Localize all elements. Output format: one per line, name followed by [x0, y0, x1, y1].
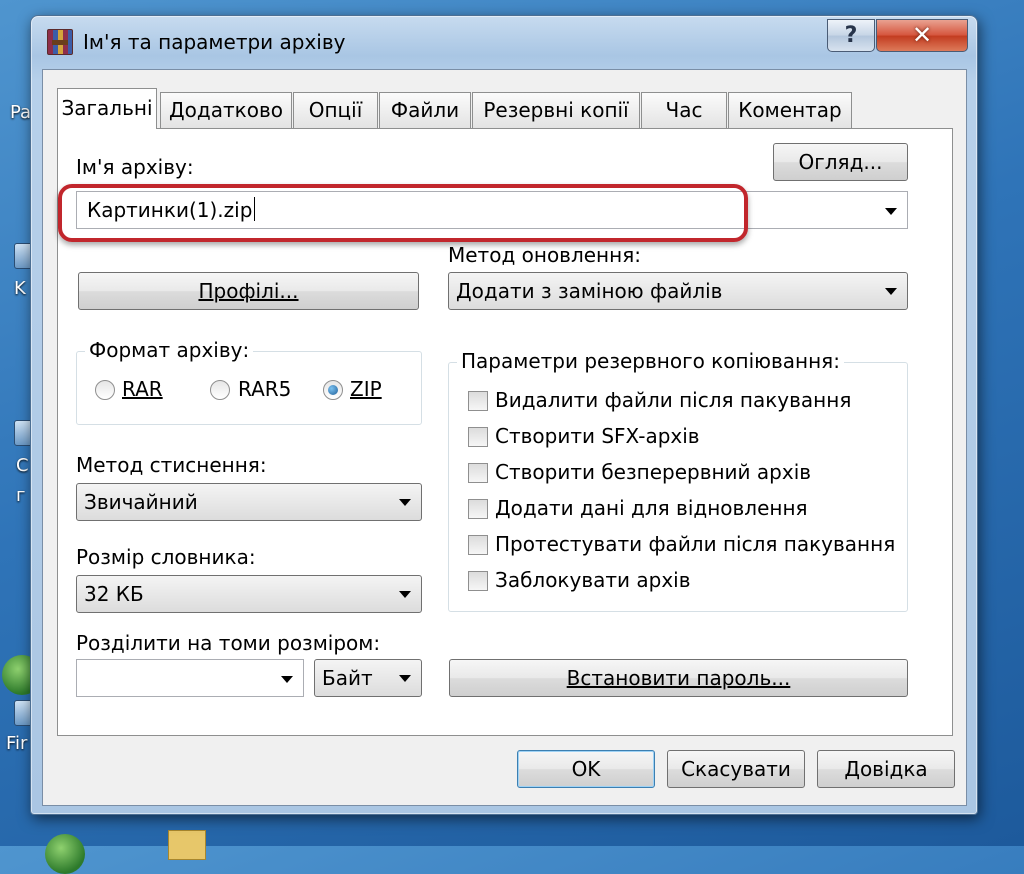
radio-rar-label[interactable]: RAR — [122, 377, 163, 401]
globe-icon[interactable] — [45, 834, 85, 874]
chevron-down-icon — [399, 499, 411, 506]
general-panel: Ім'я архіву: Огляд... Картинки(1).zip Ме… — [57, 128, 953, 736]
dialog-client: Загальні Додатково Опції Файли Резервні … — [42, 69, 967, 806]
profiles-button[interactable]: Профілі... — [78, 272, 419, 310]
radio-rar[interactable] — [95, 380, 115, 400]
backup-options-title: Параметри резервного копіювання: — [457, 349, 844, 373]
tab-advanced[interactable]: Додатково — [160, 92, 292, 128]
tab-backup[interactable]: Резервні копії — [472, 92, 640, 128]
help-button-label: Довідка — [844, 757, 928, 781]
archive-format-group: Формат архіву: RAR RAR5 ZIP — [76, 338, 422, 425]
update-method-value: Додати з заміною файлів — [456, 279, 723, 303]
tab-general[interactable]: Загальні — [57, 88, 157, 129]
question-icon: ? — [844, 23, 858, 48]
checkbox-lock[interactable] — [468, 571, 488, 591]
checkbox-delete-after[interactable] — [468, 391, 488, 411]
ok-button[interactable]: OK — [517, 750, 655, 788]
desktop-label-fragment: Fir — [6, 733, 28, 754]
help-button[interactable]: Довідка — [817, 750, 955, 788]
tab-strip: Загальні Додатково Опції Файли Резервні … — [57, 88, 957, 129]
desktop-label-fragment: Pa — [10, 102, 32, 123]
tab-files[interactable]: Файли — [379, 92, 471, 128]
update-method-select[interactable]: Додати з заміною файлів — [448, 272, 908, 310]
chevron-down-icon — [885, 288, 897, 295]
set-password-button[interactable]: Встановити пароль... — [449, 659, 908, 697]
help-title-button[interactable]: ? — [827, 19, 875, 52]
winrar-icon — [47, 29, 73, 55]
browse-button-label: Огляд... — [798, 150, 883, 174]
browse-button[interactable]: Огляд... — [773, 143, 908, 181]
profiles-button-label: Профілі... — [198, 279, 299, 303]
highlight-annotation — [58, 184, 748, 242]
update-method-label: Метод оновлення: — [448, 243, 641, 267]
tab-options[interactable]: Опції — [293, 92, 378, 128]
close-icon: ✕ — [911, 21, 933, 49]
radio-rar5[interactable] — [210, 380, 230, 400]
split-unit-value: Байт — [322, 666, 373, 690]
chevron-down-icon — [399, 675, 411, 682]
checkbox-recovery[interactable] — [468, 499, 488, 519]
cancel-button[interactable]: Скасувати — [667, 750, 805, 788]
archive-dialog: Ім'я та параметри архіву ? ✕ Загальні До… — [30, 15, 978, 815]
dictionary-label: Розмір словника: — [76, 545, 256, 569]
compression-label: Метод стиснення: — [76, 453, 267, 477]
checkbox-recovery-label[interactable]: Додати дані для відновлення — [495, 496, 808, 520]
checkbox-test-label[interactable]: Протестувати файли після пакування — [495, 532, 895, 556]
compression-value: Звичайний — [84, 490, 198, 514]
split-label: Розділити на томи розміром: — [76, 631, 381, 655]
ok-button-label: OK — [571, 757, 601, 781]
checkbox-solid[interactable] — [468, 463, 488, 483]
window-title: Ім'я та параметри архіву — [83, 30, 346, 54]
checkbox-solid-label[interactable]: Створити безперервний архів — [495, 460, 811, 484]
dictionary-value: 32 КБ — [84, 582, 144, 606]
compression-select[interactable]: Звичайний — [76, 483, 422, 521]
chevron-down-icon[interactable] — [885, 208, 897, 215]
folder-icon[interactable] — [168, 830, 206, 860]
chevron-down-icon[interactable] — [281, 676, 293, 683]
checkbox-lock-label[interactable]: Заблокувати архів — [495, 568, 691, 592]
archive-name-label: Ім'я архіву: — [76, 155, 194, 179]
desktop-label-fragment: C — [16, 455, 29, 476]
checkbox-sfx-label[interactable]: Створити SFX-архів — [495, 424, 700, 448]
split-unit-select[interactable]: Байт — [314, 659, 422, 697]
checkbox-delete-after-label[interactable]: Видалити файли після пакування — [495, 388, 851, 412]
radio-zip-label[interactable]: ZIP — [350, 377, 382, 401]
desktop-label-fragment: K — [14, 278, 26, 299]
checkbox-sfx[interactable] — [468, 427, 488, 447]
set-password-label: Встановити пароль... — [566, 666, 791, 690]
close-button[interactable]: ✕ — [876, 19, 968, 52]
radio-rar5-label[interactable]: RAR5 — [238, 377, 291, 401]
desktop-label-fragment: г — [16, 485, 26, 506]
dictionary-select[interactable]: 32 КБ — [76, 575, 422, 613]
cancel-button-label: Скасувати — [681, 757, 791, 781]
archive-format-title: Формат архіву: — [85, 338, 254, 362]
chevron-down-icon — [399, 591, 411, 598]
checkbox-test[interactable] — [468, 535, 488, 555]
split-size-combo[interactable] — [76, 659, 304, 697]
radio-zip[interactable] — [323, 380, 343, 400]
backup-options-group: Параметри резервного копіювання: Видалит… — [448, 349, 908, 612]
tab-comment[interactable]: Коментар — [728, 92, 852, 128]
title-bar[interactable]: Ім'я та параметри архіву ? ✕ — [31, 16, 977, 70]
tab-time[interactable]: Час — [641, 92, 727, 128]
